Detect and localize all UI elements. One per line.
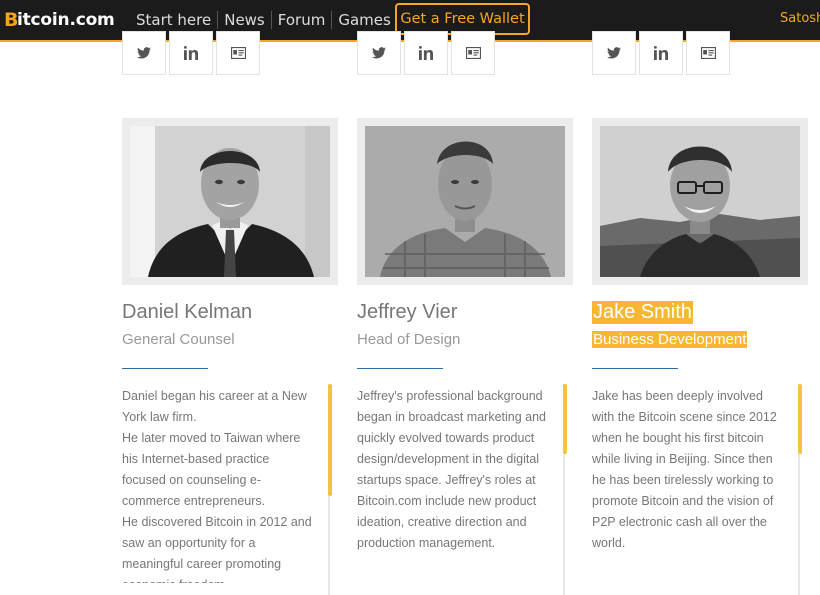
bio-scrollbar-thumb[interactable] [563,384,567,454]
person-role: Business Development [592,331,748,348]
person-name: Daniel Kelman [122,301,253,323]
divider-line [122,368,208,369]
contact-card-icon[interactable] [686,31,730,75]
linkedin-icon[interactable] [639,31,683,75]
satoshi-link[interactable]: Satosh [780,11,820,26]
profile-card-jeffrey: Jeffrey Vier Head of Design Jeffrey's pr… [357,118,573,595]
photo-frame [592,118,808,285]
person-name: Jeffrey Vier [357,301,458,323]
person-bio[interactable]: Daniel began his career at a New York la… [122,386,314,583]
bio-scrollbar-thumb[interactable] [328,384,332,496]
bio-paragraph: He later moved to Taiwan where his Inter… [122,431,301,508]
site-logo[interactable]: B itcoin.com [4,8,115,32]
photo-frame [122,118,338,285]
portrait-photo [130,126,330,277]
bio-paragraph: Jake has been deeply involved with the B… [592,389,777,550]
twitter-icon[interactable] [122,31,166,75]
photo-frame [357,118,573,285]
nav-news[interactable]: News [217,11,271,29]
person-bio[interactable]: Jeffrey's professional background began … [357,386,549,583]
nav-start-here[interactable]: Start here [130,11,217,29]
social-links-jake [592,31,730,75]
person-role: Head of Design [357,331,461,348]
logo-text: itcoin.com [17,10,115,30]
bio-paragraph: He discovered Bitcoin in 2012 and saw an… [122,515,312,583]
portrait-photo [365,126,565,277]
twitter-icon[interactable] [357,31,401,75]
portrait-photo [600,126,800,277]
nav-games[interactable]: Games [331,11,396,29]
contact-card-icon[interactable] [451,31,495,75]
divider-line [592,368,678,369]
bio-paragraph: Jeffrey's professional background began … [357,389,547,550]
social-links-daniel [122,31,260,75]
profile-card-jake: Jake Smith Business Development Jake has… [592,118,808,595]
divider-line [357,368,443,369]
linkedin-icon[interactable] [169,31,213,75]
bitcoin-logo-icon: B [4,9,19,31]
person-role: General Counsel [122,331,235,348]
contact-card-icon[interactable] [216,31,260,75]
person-bio[interactable]: Jake has been deeply involved with the B… [592,386,784,583]
bio-paragraph: Daniel began his career at a New York la… [122,389,307,424]
social-links-jeffrey [357,31,495,75]
person-name: Jake Smith [592,301,693,324]
twitter-icon[interactable] [592,31,636,75]
linkedin-icon[interactable] [404,31,448,75]
profile-card-daniel: Daniel Kelman General Counsel Daniel beg… [122,118,338,595]
bio-scrollbar-thumb[interactable] [798,384,802,454]
nav-forum[interactable]: Forum [270,11,332,29]
